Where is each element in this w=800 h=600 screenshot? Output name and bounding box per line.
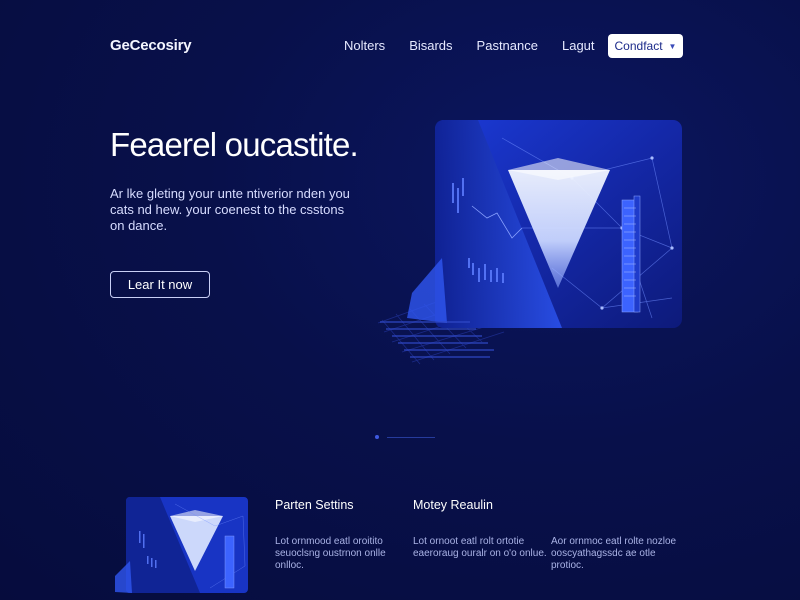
nav-link-3[interactable]: Pastnance	[477, 38, 538, 53]
nav-links: Nolters Bisards Pastnance Lagut	[344, 38, 619, 53]
logo[interactable]: GeCecosiry	[110, 37, 192, 54]
learn-more-button[interactable]: Lear It now	[110, 271, 210, 298]
pager-dot[interactable]	[375, 435, 379, 439]
nav-link-4[interactable]: Lagut	[562, 38, 595, 53]
hero-title: Feaerel oucastite.	[110, 126, 359, 163]
contact-button-label: Condfact	[614, 39, 663, 53]
section-divider	[375, 435, 435, 439]
chevron-down-icon: ▼	[668, 41, 677, 51]
feature-title-1: Parten Settins	[275, 498, 354, 512]
feature-illustration	[115, 497, 248, 593]
feature-title-2: Motey Reaulin	[413, 498, 493, 512]
feature-text-2: Lot ornoot eatl rolt ortotie eaeroraug o…	[413, 536, 547, 559]
feature-text-3: Aor ornmoc eatl rolte nozloe ooscyathags…	[551, 536, 677, 571]
nav-link-1[interactable]: Nolters	[344, 38, 385, 53]
top-nav: GeCecosiry Nolters Bisards Pastnance Lag…	[0, 0, 800, 92]
hero-illustration	[377, 120, 682, 365]
nav-link-2[interactable]: Bisards	[409, 38, 452, 53]
contact-button[interactable]: Condfact ▼	[608, 34, 683, 58]
hero-subtitle: Ar lke gleting your unte ntiverior nden …	[110, 186, 350, 233]
feature-text-1: Lot ornmood eatl oroitito seuoclsng oust…	[275, 536, 386, 571]
tower	[621, 195, 641, 313]
divider-line	[387, 436, 435, 438]
